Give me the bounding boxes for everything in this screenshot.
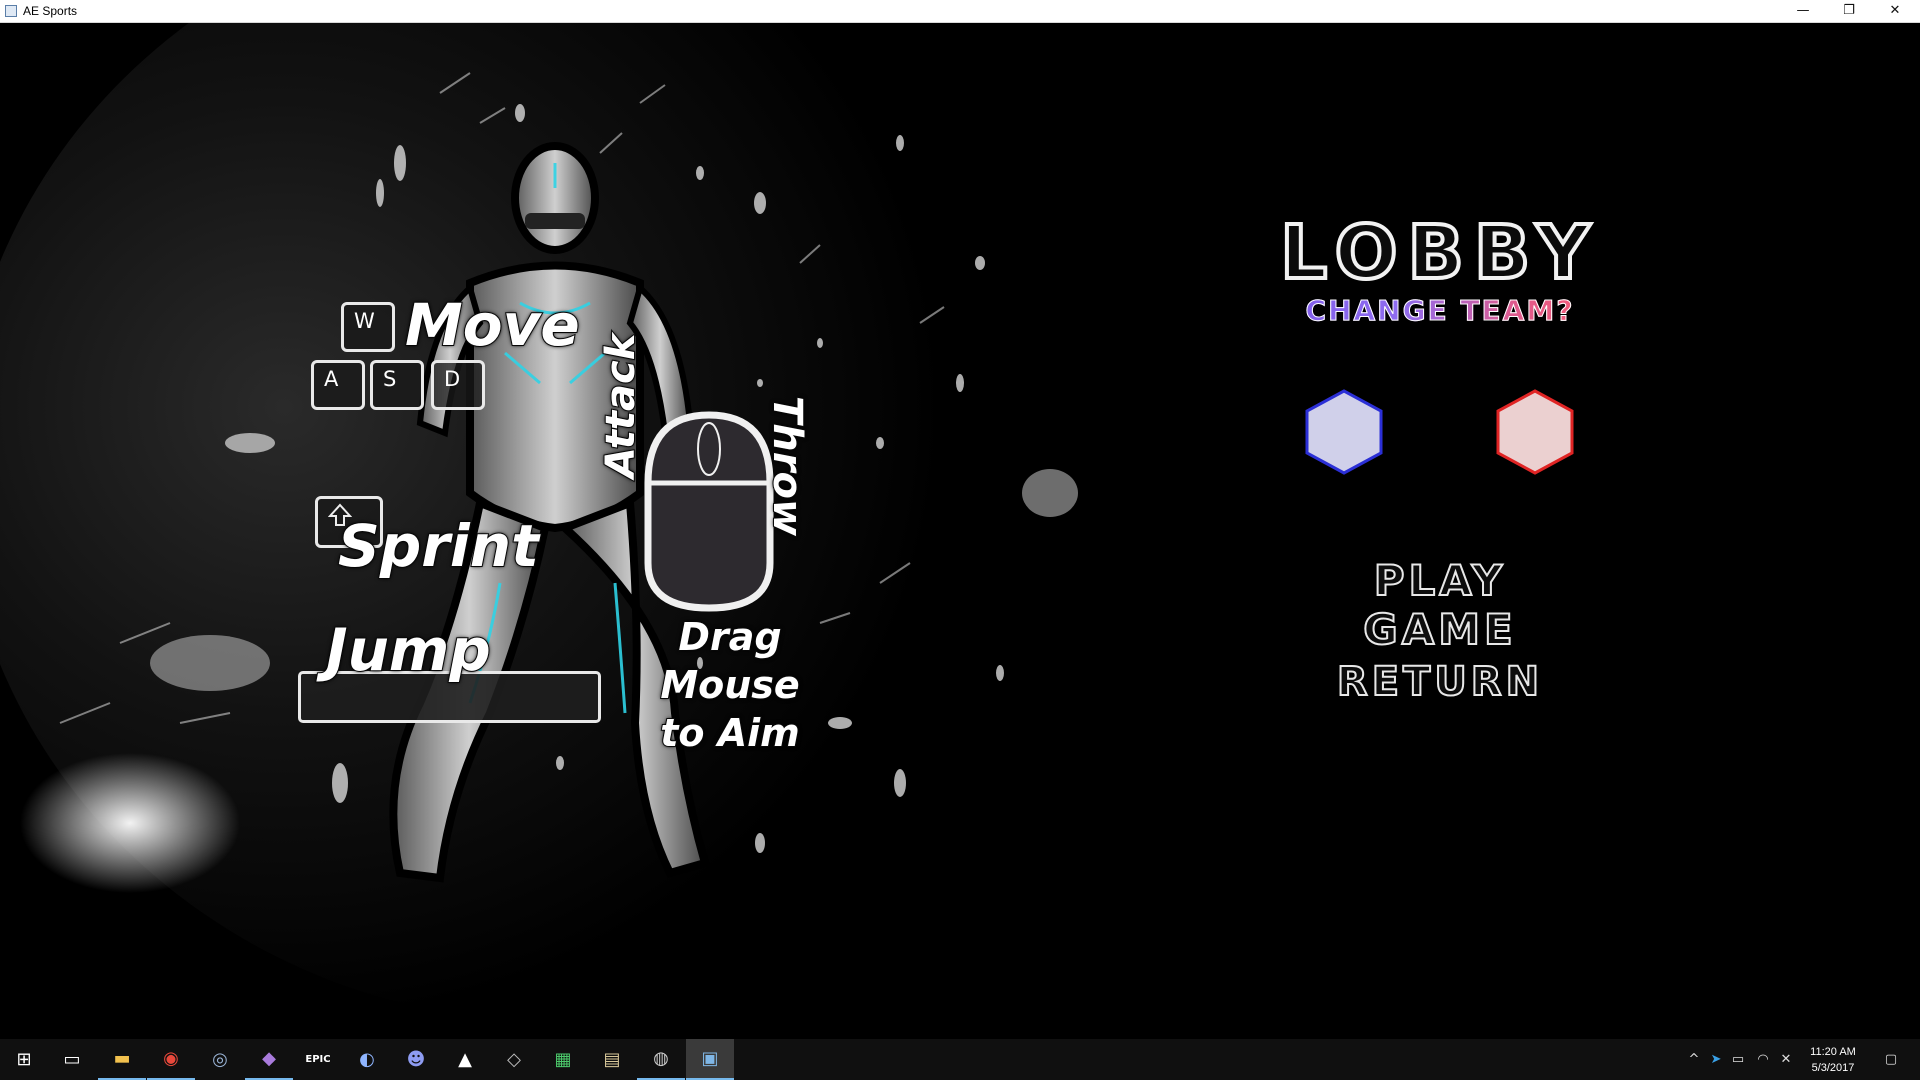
background-art <box>0 23 1920 1039</box>
clock-date: 5/3/2017 <box>1811 1062 1855 1074</box>
lobby-title: LOBBY <box>1278 210 1600 296</box>
play-game-button[interactable]: PLAY GAME <box>1290 555 1590 655</box>
ae-sports-icon[interactable]: ▣ <box>686 1039 734 1080</box>
show-hidden-icons-icon[interactable]: ^ <box>1684 1039 1704 1080</box>
game-viewport: W A S D Move Sprint Jump Attack Throw Dr… <box>0 23 1920 1039</box>
battery-icon[interactable]: ▭ <box>1728 1039 1748 1080</box>
clock-time: 11:20 AM <box>1810 1046 1856 1058</box>
key-a: A <box>311 360 365 410</box>
app-icon <box>5 5 17 17</box>
drag-to-aim-label: Drag Mouse to Aim <box>610 613 850 757</box>
lobby-panel: LOBBY CHANGE TEAM? <box>1250 210 1630 327</box>
volume-muted-icon[interactable]: ✕ <box>1776 1039 1796 1080</box>
app-icon[interactable]: ▤ <box>588 1039 636 1080</box>
restore-button[interactable]: ❐ <box>1826 0 1872 22</box>
throw-label: Throw <box>763 395 811 537</box>
key-w: W <box>341 302 395 352</box>
windows-taskbar: ⊞ ▭ ▬ ◉ ◎ ◆ EPIC ◐ ☻ ▲ ◇ ▦ ▤ ◍ ▣ ^ ➤ ▭ ◠… <box>0 1039 1920 1080</box>
change-team-button[interactable]: CHANGE TEAM? <box>1250 294 1630 327</box>
minimize-button[interactable]: — <box>1780 0 1826 22</box>
app-icon[interactable]: ◇ <box>490 1039 538 1080</box>
file-explorer-icon[interactable]: ▬ <box>98 1039 146 1080</box>
obs-icon[interactable]: ◍ <box>637 1039 685 1080</box>
sprint-label: Sprint <box>337 511 540 581</box>
task-view-icon[interactable]: ▭ <box>48 1039 96 1080</box>
wifi-icon[interactable]: ◠ <box>1752 1039 1774 1080</box>
visual-studio-icon[interactable]: ◆ <box>245 1039 293 1080</box>
epic-games-icon[interactable]: EPIC <box>294 1039 342 1080</box>
key-d: D <box>431 360 485 410</box>
return-button[interactable]: RETURN <box>1330 658 1550 706</box>
grid-app-icon[interactable]: ▦ <box>539 1039 587 1080</box>
unity-icon[interactable]: ▲ <box>441 1039 489 1080</box>
close-button[interactable]: ✕ <box>1872 0 1918 22</box>
windows-start-icon[interactable]: ⊞ <box>0 1039 48 1080</box>
telegram-icon[interactable]: ➤ <box>1706 1039 1726 1080</box>
steam-icon[interactable]: ◎ <box>196 1039 244 1080</box>
discord-icon[interactable]: ☻ <box>392 1039 440 1080</box>
window-title-bar: AE Sports — ❐ ✕ <box>0 0 1920 23</box>
blue-team-hex-button[interactable] <box>1303 388 1385 476</box>
app-icon[interactable]: ◐ <box>343 1039 391 1080</box>
drag-line-1: Drag Mouse <box>659 614 800 708</box>
key-s: S <box>370 360 424 410</box>
move-label: Move <box>404 290 581 360</box>
attack-label: Attack <box>597 333 645 479</box>
jump-label: Jump <box>325 615 492 685</box>
window-title: AE Sports <box>23 4 78 18</box>
red-team-hex-button[interactable] <box>1494 388 1576 476</box>
drag-line-2: to Aim <box>659 710 801 756</box>
notifications-icon[interactable]: ▢ <box>1876 1039 1906 1080</box>
chrome-icon[interactable]: ◉ <box>147 1039 195 1080</box>
taskbar-clock[interactable]: 11:20 AM 5/3/2017 <box>1798 1044 1868 1076</box>
